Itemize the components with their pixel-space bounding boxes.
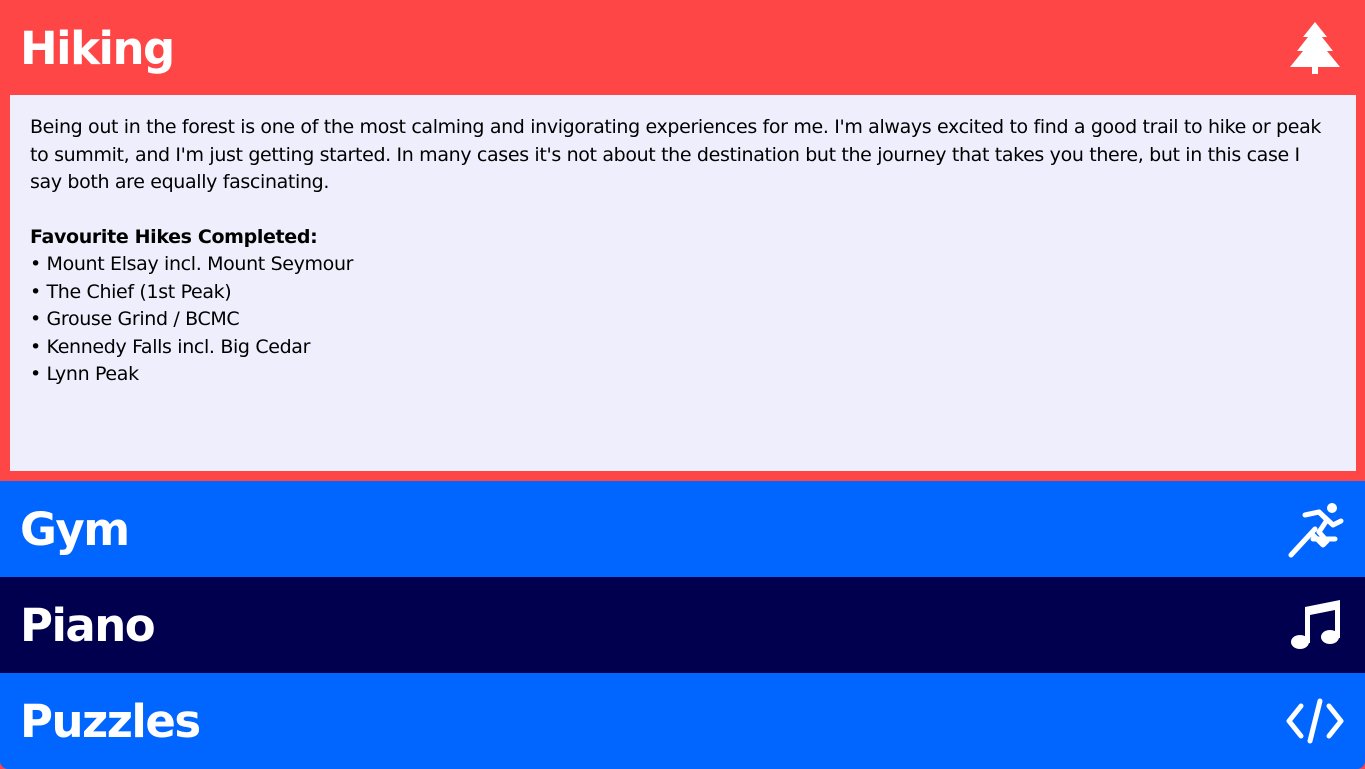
hiking-panel: Being out in the forest is one of the mo… xyxy=(10,95,1356,471)
piano-title: Piano xyxy=(20,598,156,652)
list-item: • The Chief (1st Peak) xyxy=(30,280,232,303)
list-item: • Mount Elsay incl. Mount Seymour xyxy=(30,253,354,275)
tree-icon xyxy=(1285,18,1345,78)
hiking-description: Being out in the forest is one of the mo… xyxy=(30,116,1322,193)
puzzles-title: Puzzles xyxy=(20,694,201,748)
piano-section-header[interactable]: Piano xyxy=(0,577,1365,673)
hiking-title: Hiking xyxy=(20,21,175,75)
running-icon xyxy=(1285,499,1345,559)
favourite-hikes-heading: Favourite Hikes Completed: xyxy=(30,225,318,248)
list-item: • Grouse Grind / BCMC xyxy=(30,308,240,330)
hobbies-accordion: Hiking Being out in the forest is one of… xyxy=(0,0,1365,769)
music-note-icon xyxy=(1285,595,1345,655)
favourite-hikes-list: • Mount Elsay incl. Mount Seymour • The … xyxy=(30,251,1336,389)
hiking-section-header[interactable]: Hiking xyxy=(0,0,1365,96)
list-item: • Kennedy Falls incl. Big Cedar xyxy=(30,335,311,358)
puzzles-section-header[interactable]: Puzzles xyxy=(0,673,1365,769)
gym-title: Gym xyxy=(20,502,130,556)
code-icon xyxy=(1285,691,1345,751)
list-item: • Lynn Peak xyxy=(30,363,139,385)
gym-section-header[interactable]: Gym xyxy=(0,481,1365,577)
